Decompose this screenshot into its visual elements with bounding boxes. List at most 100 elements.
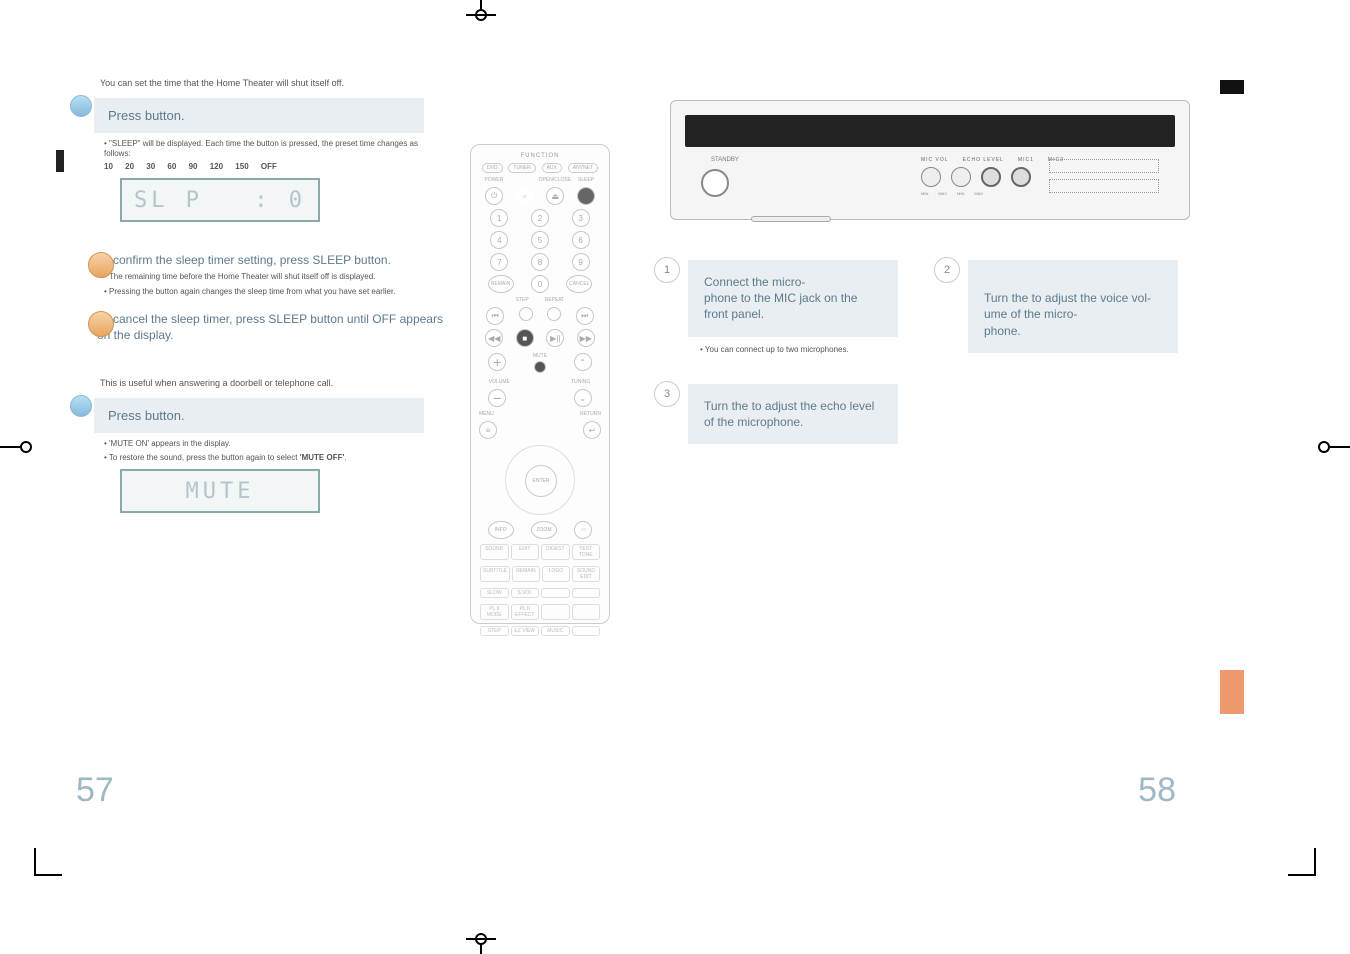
mute-note-a-text: 'MUTE ON' appears in the display. (109, 439, 231, 448)
key-3: 3 (572, 209, 590, 227)
remote-tuning-label: TUNING (560, 379, 601, 385)
standby-label: STANDBY (711, 157, 739, 163)
mic2-jack-icon (1011, 167, 1031, 187)
step-3-circle: 3 (654, 381, 680, 407)
page-57: Sleep Timer Function You can set the tim… (70, 70, 630, 830)
seq10: 10 (104, 162, 113, 171)
key-5: 5 (531, 231, 549, 249)
key-4: 4 (490, 231, 508, 249)
display-slp-right: : 0 (254, 188, 306, 213)
callout1-note2: • Pressing the button again changes the … (104, 287, 434, 297)
menu-icon: ≡ (479, 421, 497, 439)
step-2-circle: 2 (934, 257, 960, 283)
page-58: Connecting the Microphone STANDBY MIC VO… (660, 70, 1220, 830)
seq150: 150 (235, 162, 248, 171)
remote-src-dvd: DVD (482, 163, 503, 173)
callout-cancel-text: To cancel the sleep timer, press SLEEP b… (97, 311, 454, 343)
seq20: 20 (125, 162, 134, 171)
callout-bullet-2 (88, 311, 114, 337)
tv-icon: ▫ (516, 187, 534, 205)
tune-down-icon: ⌄ (574, 389, 592, 407)
rr-remain: REMAIN (512, 566, 540, 582)
echo-level-knob-icon (951, 167, 971, 187)
remote-menu-label: MENU (479, 411, 540, 417)
remote-repeat-label: REPEAT (545, 297, 565, 303)
remote-lbl-power: POWER (479, 177, 509, 183)
corner-mark-bl (34, 848, 62, 876)
minmax2: MAX (938, 191, 947, 196)
callout-bullet-1 (88, 252, 114, 278)
cancel-button-icon: CANCEL (566, 275, 592, 293)
dpad-icon (505, 445, 575, 515)
callout1-note1-text: The remaining time before the Home Theat… (109, 272, 376, 281)
rp-step3: Turn the to adjust the echo level of the… (688, 384, 898, 444)
remote-src-tuner: TUNER (508, 163, 535, 173)
step-press-sleep: Press button. (94, 98, 424, 133)
remote-lbl-sleep: SLEEP (571, 177, 601, 183)
corner-mark-br (1288, 848, 1316, 876)
mute-note-b: • To restore the sound, press the button… (104, 453, 434, 463)
device-slot-1 (1049, 159, 1159, 173)
mic1-jack-icon (981, 167, 1001, 187)
rr-slow: SLOW (480, 588, 509, 598)
sleep-button-icon (577, 187, 595, 205)
remain-button-icon: REMAIN (488, 275, 514, 293)
page-number-57: 57 (76, 771, 114, 810)
tune-up-icon: ⌃ (574, 353, 592, 371)
rr-subtitle: SUBTITLE (480, 566, 510, 582)
key-0: 0 (531, 275, 549, 293)
step1-post: button. (145, 108, 185, 123)
rr-plmode: PL II MODE (480, 604, 509, 620)
next-icon: ⏭ (576, 307, 594, 325)
mute-note-b-bold: 'MUTE OFF' (300, 453, 345, 462)
seqoff: OFF (261, 162, 277, 171)
lbl-micvol: MIC VOL (921, 157, 949, 163)
key-2: 2 (531, 209, 549, 227)
mic-vol-knob-icon (921, 167, 941, 187)
crop-mark-bottom (466, 924, 496, 954)
callout-cancel-sleep: To cancel the sleep timer, press SLEEP b… (94, 311, 454, 343)
play-pause-icon: ▶|| (546, 329, 564, 347)
tab-right-orange (1220, 670, 1244, 714)
crop-mark-left (0, 432, 34, 462)
lbl-mic1: MIC1 (1018, 157, 1034, 163)
forward-icon: ▶▶ (577, 329, 595, 347)
rr-edit: EDIT (511, 544, 540, 560)
rr-blank3 (541, 604, 570, 620)
key-8: 8 (531, 253, 549, 271)
remote-control-illustration: FUNCTION DVD TUNER AUX ANYNET POWER OPEN… (470, 144, 610, 624)
key-1: 1 (490, 209, 508, 227)
tab-left (56, 150, 64, 172)
intro-sleep-timer: You can set the time that the Home Theat… (100, 78, 630, 88)
mute-button-icon (534, 361, 546, 373)
rr-blank1 (541, 588, 570, 598)
rr-ezview: EZ VIEW (511, 626, 540, 636)
callout-confirm-sleep: To confirm the sleep timer setting, pres… (94, 252, 454, 268)
mute-note-b-post: . (344, 453, 346, 462)
vol-down-icon: − (488, 389, 506, 407)
remote-src-aux: AUX (542, 163, 562, 173)
return-icon: ↩ (583, 421, 601, 439)
tab-right-black (1220, 80, 1244, 94)
rp-step3-pre: Turn the (704, 399, 752, 413)
rp-step2: Turn the to adjust the voice vol- ume of… (968, 260, 1178, 353)
rr-sound: SOUND (480, 544, 509, 560)
display-mute-text: MUTE (186, 479, 255, 504)
rr-pleffect: PL II EFFECT (511, 604, 540, 620)
step1-pre: Press (108, 108, 145, 123)
seq120: 120 (210, 162, 223, 171)
rr-testtone: TEST TONE (572, 544, 601, 560)
step2-post: button. (145, 408, 185, 423)
step-press-mute: Press button. (94, 398, 424, 433)
rr-music: MUSIC (541, 626, 570, 636)
minmax1: MIN (921, 191, 928, 196)
minmax4: MAX (974, 191, 983, 196)
rp-step2-pre: Turn the (984, 291, 1032, 305)
rr-svol: S.VOL (511, 588, 540, 598)
seq30: 30 (146, 162, 155, 171)
seq90: 90 (189, 162, 198, 171)
sleep-seq-text: "SLEEP" will be displayed. Each time the… (104, 139, 418, 158)
crop-mark-top (466, 0, 496, 30)
rp-step1-note: • You can connect up to two microphones. (700, 345, 920, 354)
crop-mark-right (1316, 432, 1350, 462)
